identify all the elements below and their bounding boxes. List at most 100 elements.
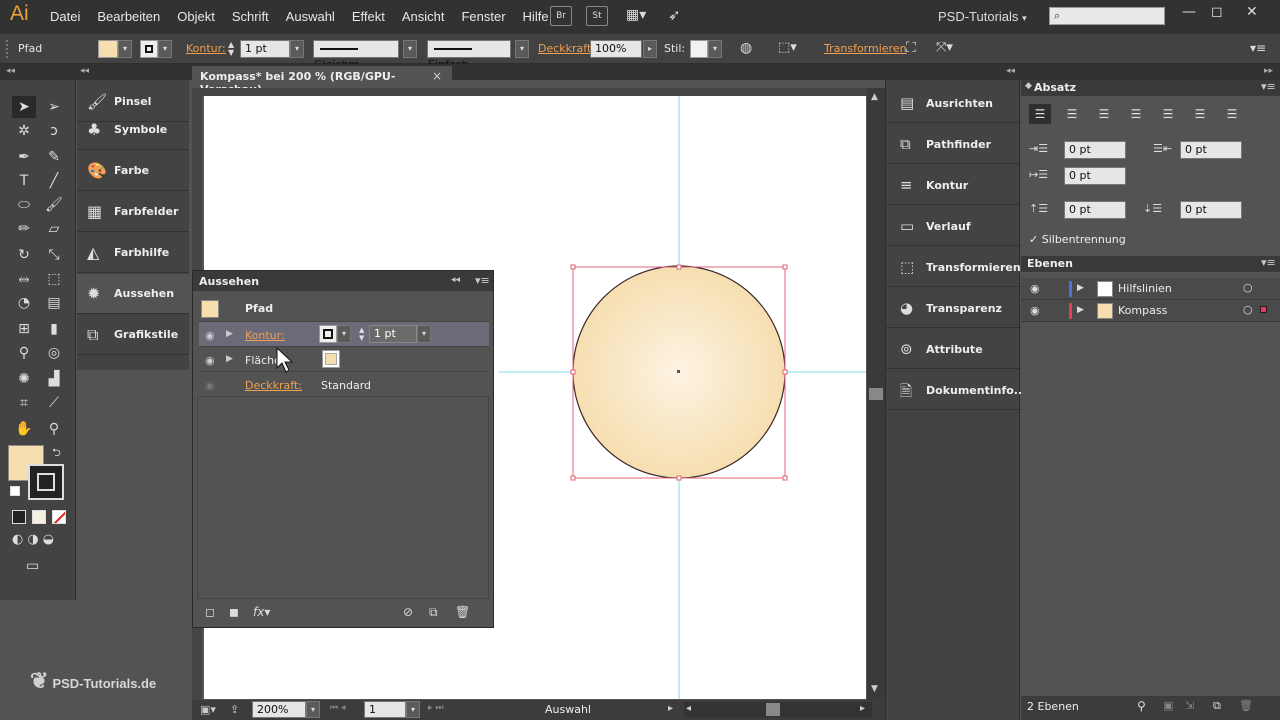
maximize-button[interactable]: ◻ [1211,4,1223,20]
align-to-icon[interactable]: ⬚▾ [778,40,797,55]
appearance-stroke-row[interactable]: ◉ ▶ Kontur: ▾ ▲ ▼ 1 pt ▾ [199,322,489,347]
trash-icon[interactable]: 🗑 [455,605,470,619]
bridge-button[interactable]: Br [550,6,572,26]
chevron-right-icon[interactable]: ▸ [643,40,657,58]
panel-farbfelder[interactable]: ▦ Farbfelder [77,192,189,232]
first-line-indent-field[interactable]: 0 pt [1064,167,1126,185]
target-icon[interactable]: ○ [1243,281,1253,294]
menu-auswahl[interactable]: Auswahl [286,9,335,24]
align-right-icon[interactable]: ☰ [1093,104,1115,124]
column-graph-tool-icon[interactable]: ▟ [42,368,66,390]
menu-hilfe[interactable]: Hilfe [523,9,549,24]
drawing-modes-icon[interactable]: ◐◑◒ [12,532,58,547]
menu-fenster[interactable]: Fenster [461,9,505,24]
transform-options-icon[interactable]: ⤧▾ [936,40,953,55]
eye-icon[interactable]: ◉ [205,329,215,342]
panel-farbe[interactable]: 🎨 Farbe [77,151,189,191]
opacity-label[interactable]: Deckkraft: [245,379,302,392]
horizontal-ruler[interactable] [192,88,867,96]
trash-icon[interactable]: 🗑 [1239,699,1253,712]
close-icon[interactable]: × [432,69,442,83]
scroll-thumb[interactable] [766,703,780,716]
appearance-opacity-row[interactable]: ◉ Deckkraft: Standard [199,372,489,397]
horizontal-scrollbar[interactable]: ◂ ▸ [684,702,872,717]
selection-tool-icon[interactable]: ➤ [12,96,36,118]
brush-definition[interactable]: Einfach [427,40,511,71]
curvature-tool-icon[interactable]: ✎ [42,146,66,168]
paintbrush-tool-icon[interactable]: 🖌 [42,194,66,216]
export-icon[interactable]: ⇪ [230,703,239,716]
clear-appearance-icon[interactable]: ⊘ [403,605,413,619]
pen-tool-icon[interactable]: ✒ [12,146,36,168]
chevron-down-icon[interactable]: ▾ [118,40,132,58]
panel-kontur[interactable]: ≡ Kontur [886,164,1021,205]
chevron-down-icon[interactable]: ▾ [158,40,172,58]
justify-all-icon[interactable]: ☰ [1221,104,1243,124]
close-button[interactable]: ✕ [1246,4,1258,20]
chevron-down-icon[interactable]: ▾ [337,325,351,343]
chevron-down-icon[interactable]: ▾ [306,701,320,718]
disclosure-triangle-icon[interactable]: ▶ [226,329,233,339]
chevron-down-icon[interactable]: ▾ [290,40,304,58]
chevron-down-icon[interactable]: ▾ [708,40,722,58]
panel-menu-icon[interactable]: ▾≡ [1250,41,1266,55]
chevron-left-icon[interactable]: ◂ [686,703,691,714]
chevron-down-icon[interactable]: ▾ [406,701,420,718]
eye-icon[interactable]: ◉ [205,354,215,367]
chevron-down-icon[interactable]: ▼ [871,684,878,694]
panel-aussehen[interactable]: ✹ Aussehen [77,274,189,314]
eye-icon[interactable]: ◉ [1030,282,1040,295]
fill-swatch[interactable] [322,350,340,368]
opacity-field[interactable]: 100% [590,40,642,58]
mesh-tool-icon[interactable]: ⊞ [12,318,36,340]
recolor-icon[interactable]: ◍ [740,40,752,56]
panel-grafikstile[interactable]: ⧉ Grafikstile [77,315,189,355]
justify-right-icon[interactable]: ☰ [1189,104,1211,124]
appearance-fill-row[interactable]: ◉ ▶ Fläche: [199,346,489,373]
stroke-swatch[interactable] [319,325,337,343]
first-artboard-icon[interactable]: ⏮ ◂ [330,703,345,713]
type-tool-icon[interactable]: T [12,170,36,192]
slice-tool-icon[interactable]: ⟋ [42,392,66,414]
panel-attribute[interactable]: ⊚ Attribute [886,328,1021,369]
align-left-icon[interactable]: ☰ [1029,104,1051,124]
ellipse-tool-icon[interactable]: ⬭ [12,194,36,216]
vertical-scrollbar[interactable]: ▲ ▼ [867,88,885,700]
panel-dokumentinfo[interactable]: 🗎 Dokumentinfo... [886,369,1026,410]
chevron-right-icon[interactable]: ▸ [668,703,673,714]
symbol-sprayer-tool-icon[interactable]: ✺ [12,368,36,390]
panel-farbhilfe[interactable]: ◭ Farbhilfe [77,233,189,273]
add-fill-icon[interactable]: ◼ [229,605,239,619]
magic-wand-tool-icon[interactable]: ✲ [12,120,36,142]
workspace-switcher[interactable]: PSD-Tutorials ▾ [938,9,1027,24]
default-colors-icon[interactable] [10,486,20,496]
isolate-icon[interactable]: ⛶ [906,40,916,56]
variable-width-profile[interactable]: Gleichm. [313,40,399,71]
panel-pathfinder[interactable]: ⧉ Pathfinder [886,123,1021,164]
perspective-grid-tool-icon[interactable]: ▤ [42,292,66,314]
panel-menu-icon[interactable]: ▾≡ [1261,80,1276,93]
collapse-icon[interactable]: ◂◂ [451,275,460,285]
panel-transparenz[interactable]: ◕ Transparenz [886,287,1021,328]
direct-selection-tool-icon[interactable]: ➢ [42,96,66,118]
blend-tool-icon[interactable]: ◎ [42,342,66,364]
free-transform-tool-icon[interactable]: ⬚ [42,268,66,290]
scale-tool-icon[interactable]: ⤡ [42,244,66,266]
collapse-toolbar-icon[interactable]: ◂◂ [6,66,15,76]
make-clipping-mask-icon[interactable]: ▣ [1163,699,1173,712]
gradient-mode-button[interactable] [32,510,46,524]
chevron-right-icon[interactable]: ▸ [860,703,865,714]
collapse-icon[interactable]: ◆ [1025,81,1032,91]
target-icon[interactable]: ○ [1243,303,1253,316]
screen-mode-icon[interactable]: ▭ [26,558,39,574]
layer-row-kompass[interactable]: ◉ ▶ Kompass ○ [1021,300,1280,322]
swap-colors-icon[interactable]: ⮌ [52,444,61,463]
eraser-tool-icon[interactable]: ▱ [42,218,66,240]
zoom-field[interactable]: 200% [252,701,306,718]
document-tab[interactable]: Kompass* bei 200 % (RGB/GPU-Vorschau) × [192,66,452,96]
zoom-tool-icon[interactable]: ⚲ [42,418,66,440]
chevron-down-icon[interactable]: ▾ [417,325,431,343]
last-artboard-icon[interactable]: ▸ ⏭ [428,703,443,713]
graphic-style-swatch[interactable] [690,40,708,58]
paragraph-panel-header[interactable]: ◆ Absatz ▾≡ [1021,80,1280,96]
